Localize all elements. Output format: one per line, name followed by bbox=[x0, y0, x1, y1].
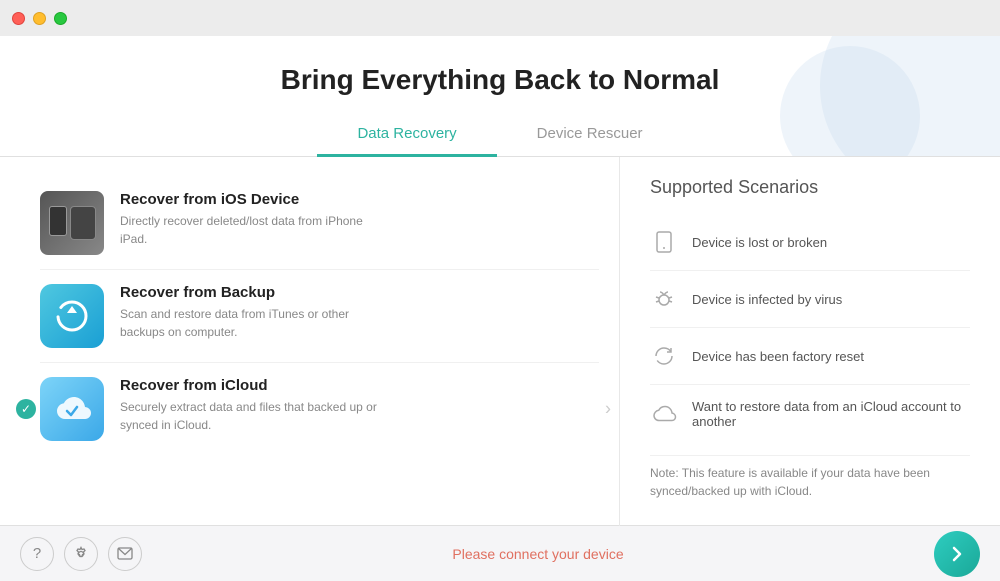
bug-icon bbox=[650, 285, 678, 313]
help-button[interactable]: ? bbox=[20, 537, 54, 571]
left-panel: Recover from iOS Device Directly recover… bbox=[0, 157, 620, 526]
arrow-separator: › bbox=[605, 399, 611, 420]
note-text: Note: This feature is available if your … bbox=[650, 455, 970, 500]
bottom-status: Please connect your device bbox=[142, 546, 934, 562]
scenarios-title: Supported Scenarios bbox=[650, 177, 970, 198]
divider-1 bbox=[650, 270, 970, 271]
backup-icon bbox=[40, 284, 104, 348]
cloud-restore-icon bbox=[650, 400, 678, 428]
icloud-title: Recover from iCloud bbox=[120, 377, 380, 394]
maximize-button[interactable] bbox=[54, 12, 67, 25]
ios-device-title: Recover from iOS Device bbox=[120, 191, 380, 208]
scenario-lost-broken-text: Device is lost or broken bbox=[692, 235, 827, 250]
backup-title: Recover from Backup bbox=[120, 284, 380, 301]
tab-data-recovery[interactable]: Data Recovery bbox=[317, 117, 496, 157]
scenario-factory-reset-text: Device has been factory reset bbox=[692, 349, 864, 364]
bottom-bar: ? Please connect your device bbox=[0, 525, 1000, 581]
bottom-left-icons: ? bbox=[20, 537, 142, 571]
backup-text: Recover from Backup Scan and restore dat… bbox=[120, 284, 380, 341]
scenario-lost-broken: Device is lost or broken bbox=[650, 218, 970, 266]
tab-device-rescuer[interactable]: Device Rescuer bbox=[497, 117, 683, 157]
mail-icon bbox=[117, 547, 133, 560]
titlebar bbox=[0, 0, 1000, 36]
scenario-virus-text: Device is infected by virus bbox=[692, 292, 842, 307]
minimize-button[interactable] bbox=[33, 12, 46, 25]
bg-decoration bbox=[700, 36, 1000, 156]
reset-icon bbox=[650, 342, 678, 370]
scenario-icloud-restore: Want to restore data from an iCloud acco… bbox=[650, 389, 970, 439]
backup-svg-icon bbox=[54, 298, 90, 334]
ios-device-icon bbox=[40, 191, 104, 255]
settings-gear-icon bbox=[73, 546, 89, 562]
ios-device-text: Recover from iOS Device Directly recover… bbox=[120, 191, 380, 248]
scenario-factory-reset: Device has been factory reset bbox=[650, 332, 970, 380]
content-area: Recover from iOS Device Directly recover… bbox=[0, 157, 1000, 526]
icloud-option[interactable]: ✓ Recover from iCloud Securely extract d… bbox=[40, 363, 599, 455]
main-content: Bring Everything Back to Normal Data Rec… bbox=[0, 36, 1000, 525]
status-text: Please connect your device bbox=[452, 546, 623, 562]
close-button[interactable] bbox=[12, 12, 25, 25]
divider-3 bbox=[650, 384, 970, 385]
ios-device-option[interactable]: Recover from iOS Device Directly recover… bbox=[40, 177, 599, 270]
mail-button[interactable] bbox=[108, 537, 142, 571]
backup-desc: Scan and restore data from iTunes or oth… bbox=[120, 305, 380, 341]
next-arrow-icon bbox=[947, 544, 967, 564]
help-icon: ? bbox=[33, 545, 41, 562]
divider-2 bbox=[650, 327, 970, 328]
icloud-svg-icon bbox=[51, 393, 93, 425]
status-device-text: device bbox=[583, 546, 623, 562]
backup-option[interactable]: Recover from Backup Scan and restore dat… bbox=[40, 270, 599, 363]
selected-checkmark: ✓ bbox=[16, 399, 36, 419]
next-button[interactable] bbox=[934, 531, 980, 577]
settings-button[interactable] bbox=[64, 537, 98, 571]
scenario-virus: Device is infected by virus bbox=[650, 275, 970, 323]
device-lost-icon bbox=[650, 228, 678, 256]
icloud-desc: Securely extract data and files that bac… bbox=[120, 398, 380, 434]
icloud-icon bbox=[40, 377, 104, 441]
right-panel: Supported Scenarios Device is lost or br… bbox=[620, 157, 1000, 526]
ios-device-desc: Directly recover deleted/lost data from … bbox=[120, 212, 380, 248]
scenario-icloud-restore-text: Want to restore data from an iCloud acco… bbox=[692, 399, 970, 429]
icloud-text: Recover from iCloud Securely extract dat… bbox=[120, 377, 380, 434]
